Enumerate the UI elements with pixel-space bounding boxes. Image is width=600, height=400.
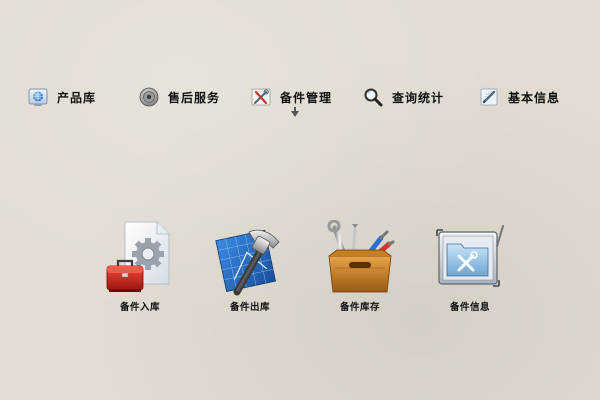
wooden-toolbox-icon: [327, 220, 395, 293]
nav-item-after-sales[interactable]: 售后服务: [138, 84, 220, 110]
magnifier-icon: [364, 88, 383, 107]
tile-label: 备件库存: [339, 302, 380, 313]
nav-item-query-statistics[interactable]: 查询统计: [362, 84, 444, 110]
tools-crossed-icon: [251, 88, 271, 106]
nav-label: 备件管理: [280, 90, 333, 105]
tools-folder-icon: [436, 225, 504, 287]
speaker-icon: [139, 87, 159, 107]
nav-item-parts-management[interactable]: 备件管理: [250, 84, 332, 110]
hammer-blueprint-icon: [215, 229, 280, 296]
nav-item-products[interactable]: 产品库: [27, 84, 96, 110]
tile-label: 备件出库: [229, 302, 270, 313]
nav-label: 基本信息: [508, 90, 561, 105]
tile-label: 备件信息: [449, 302, 490, 313]
tile-parts-inbound[interactable]: 备件入库: [85, 220, 195, 313]
pen-paper-icon: [480, 88, 498, 106]
tile-parts-outbound[interactable]: 备件出库: [195, 220, 305, 313]
globe-screen-icon: [28, 88, 48, 106]
nav-label: 售后服务: [168, 90, 221, 105]
nav-item-basic-info[interactable]: 基本信息: [478, 84, 560, 110]
top-navigation: 产品库 售后服务 备件管理 查询统计 基本信息: [0, 84, 600, 110]
tile-parts-inventory[interactable]: 备件库存: [305, 220, 415, 313]
toolbox-gear-icon: [106, 221, 170, 292]
nav-label: 产品库: [57, 90, 97, 105]
tile-parts-information[interactable]: 备件信息: [415, 220, 525, 313]
tile-label: 备件入库: [119, 302, 160, 313]
active-nav-indicator: [291, 107, 299, 117]
nav-label: 查询统计: [392, 90, 445, 105]
app-stage: 产品库 售后服务 备件管理 查询统计 基本信息 备件入库 备件出库 备件库存 备…: [0, 0, 600, 400]
